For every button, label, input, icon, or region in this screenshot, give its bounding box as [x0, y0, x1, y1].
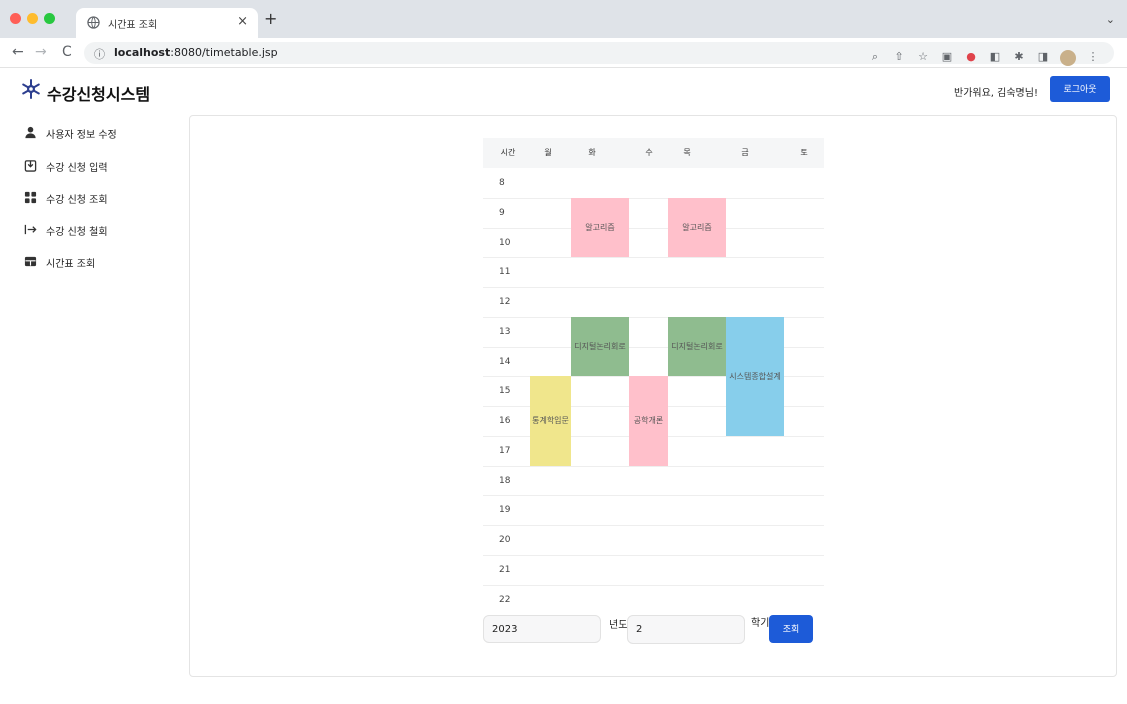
- bookmark-star-icon[interactable]: ☆: [916, 50, 930, 66]
- timetable: 시간 월 화 수 목 금 토 8 9 10 11 12 13 14 15 16 17 18 19 20 2…: [483, 138, 824, 613]
- grid-icon: [23, 191, 37, 205]
- row-divider: [483, 287, 824, 288]
- course-block: 공학개론: [629, 376, 668, 466]
- greeting-text: 반가워요, 김숙명님!: [954, 88, 1038, 99]
- arrow-out-icon: [23, 223, 37, 237]
- logout-button[interactable]: 로그아웃: [1050, 76, 1110, 102]
- hour-label: 18: [499, 475, 511, 486]
- hour-label: 21: [499, 564, 511, 575]
- timetable-header-row: 시간 월 화 수 목 금 토: [483, 138, 824, 168]
- row-divider: [483, 227, 824, 229]
- hour-label: 8: [499, 178, 505, 188]
- new-tab-button[interactable]: +: [264, 11, 277, 27]
- url-text: localhost:8080/timetable.jsp: [114, 46, 278, 59]
- globe-icon: [86, 16, 100, 30]
- browser-tab-bar: 시간표 조회 × + ⌄: [0, 0, 1127, 38]
- extension-box-icon[interactable]: ◧: [988, 50, 1002, 66]
- sidebar-item-label: 수강 신청 조회: [46, 194, 108, 206]
- download-box-icon: [23, 159, 37, 173]
- header-tue: 화: [588, 148, 596, 157]
- hour-label: 11: [499, 267, 511, 278]
- hour-label: 15: [499, 386, 511, 397]
- minimize-window-button[interactable]: [27, 13, 38, 24]
- row-divider: [483, 197, 824, 199]
- header-time: 시간: [500, 148, 516, 157]
- semester-label: 학기: [751, 618, 770, 629]
- header-thu: 목: [683, 148, 691, 157]
- hour-label: 10: [499, 237, 511, 248]
- row-divider: [483, 257, 824, 259]
- sidebar-item-enroll-withdraw[interactable]: 수강 신청 철회: [23, 220, 108, 240]
- kebab-menu-icon[interactable]: ⋮: [1086, 50, 1100, 66]
- course-block: 디지털논리회로: [668, 316, 726, 377]
- sidebar-item-label: 수강 신청 철회: [46, 226, 108, 238]
- browser-window: 시간표 조회 × + ⌄ ← → C ⓘ localhost:8080/time…: [0, 0, 1127, 704]
- row-divider: [483, 495, 824, 497]
- course-block: 알고리즘: [668, 197, 726, 258]
- url-host: localhost: [114, 46, 171, 59]
- hour-label: 19: [499, 505, 511, 516]
- snowflake-logo-icon: [21, 79, 41, 99]
- tab-list-chevron-icon[interactable]: ⌄: [1106, 13, 1115, 26]
- sidebar-item-enroll-input[interactable]: 수강 신청 입력: [23, 156, 108, 176]
- row-divider: [483, 584, 824, 586]
- course-block: 알고리즘: [571, 197, 629, 258]
- hour-label: 12: [499, 297, 511, 307]
- tab-close-icon[interactable]: ×: [237, 14, 248, 29]
- table-icon: [23, 255, 37, 269]
- reload-button[interactable]: C: [62, 44, 72, 60]
- sidebar-item-edit-profile[interactable]: 사용자 정보 수정: [23, 123, 117, 143]
- extension-n-icon[interactable]: ▣: [940, 50, 954, 66]
- query-button[interactable]: 조회: [769, 615, 813, 643]
- hour-label: 14: [499, 356, 511, 367]
- hour-label: 22: [499, 594, 511, 605]
- sidebar-item-timetable[interactable]: 시간표 조회: [23, 252, 95, 272]
- forward-button[interactable]: →: [35, 44, 47, 60]
- sidebar-item-enroll-view[interactable]: 수강 신청 조회: [23, 188, 108, 208]
- maximize-window-button[interactable]: [44, 13, 55, 24]
- zoom-icon[interactable]: ⌕: [868, 50, 882, 66]
- hour-label: 13: [499, 326, 511, 337]
- course-block: 통계학입문: [530, 376, 571, 466]
- app-header: 수강신청시스템 반가워요, 김숙명님! 로그아웃: [0, 68, 1127, 116]
- address-bar[interactable]: ⓘ localhost:8080/timetable.jsp ⌕ ⇧ ☆ ▣ ●…: [84, 42, 1114, 66]
- browser-tab[interactable]: 시간표 조회 ×: [76, 8, 258, 38]
- puzzle-icon[interactable]: ✱: [1012, 50, 1026, 66]
- row-divider: [483, 465, 824, 467]
- sidebar-item-label: 수강 신청 입력: [46, 162, 108, 174]
- course-block: 디지털논리회로: [571, 316, 629, 377]
- info-icon[interactable]: ⓘ: [94, 46, 105, 62]
- profile-avatar-icon[interactable]: [1060, 50, 1076, 66]
- tab-title: 시간표 조회: [108, 20, 158, 31]
- share-icon[interactable]: ⇧: [892, 50, 906, 66]
- hour-label: 20: [499, 535, 511, 545]
- course-block: 시스템종합설계: [726, 316, 784, 436]
- browser-toolbar: ← → C ⓘ localhost:8080/timetable.jsp ⌕ ⇧…: [0, 38, 1127, 68]
- extension-red-icon[interactable]: ●: [964, 50, 978, 66]
- url-path: :8080/timetable.jsp: [170, 46, 278, 59]
- hour-label: 17: [499, 445, 511, 456]
- header-sat: 토: [800, 148, 808, 157]
- row-divider: [483, 554, 824, 556]
- header-mon: 월: [544, 148, 552, 157]
- toolbar-icons: ⌕ ⇧ ☆ ▣ ● ◧ ✱ ◨ ⋮: [868, 50, 1100, 66]
- semester-input[interactable]: [627, 615, 745, 644]
- sidebar-item-label: 시간표 조회: [46, 258, 96, 270]
- user-icon: [23, 126, 37, 140]
- header-wed: 수: [645, 148, 653, 157]
- back-button[interactable]: ←: [12, 44, 24, 60]
- year-label: 년도: [609, 620, 628, 631]
- hour-label: 9: [499, 207, 505, 218]
- sidepanel-icon[interactable]: ◨: [1036, 50, 1050, 66]
- row-divider: [483, 525, 824, 526]
- app-title: 수강신청시스템: [47, 85, 151, 104]
- year-input[interactable]: [483, 615, 601, 643]
- hour-label: 16: [499, 416, 511, 426]
- sidebar-item-label: 사용자 정보 수정: [46, 129, 117, 141]
- header-fri: 금: [741, 148, 749, 157]
- close-window-button[interactable]: [10, 13, 21, 24]
